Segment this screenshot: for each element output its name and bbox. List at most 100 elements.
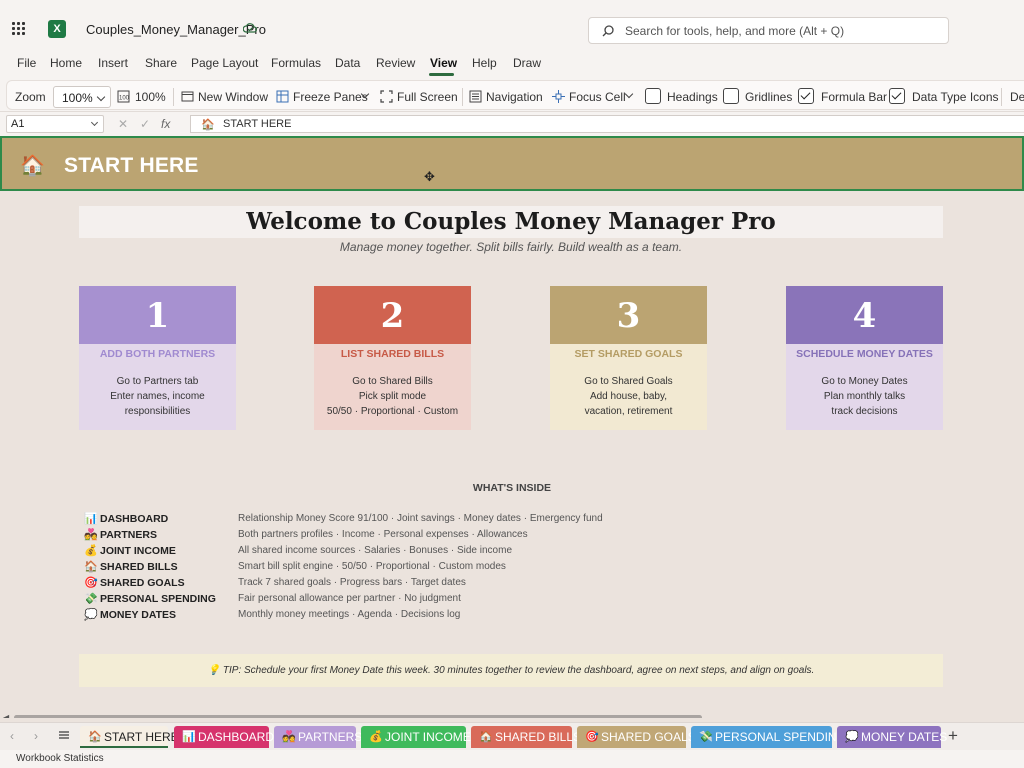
menu-help[interactable]: Help: [472, 56, 497, 70]
tab-start-here[interactable]: 🏠 START HERE: [80, 726, 179, 748]
menu-share[interactable]: Share: [145, 56, 177, 70]
tab-joint-income[interactable]: 💰 JOINT INCOME: [361, 726, 471, 748]
freeze-panes-button[interactable]: Freeze Panes: [293, 90, 368, 104]
formula-content: START HERE: [223, 118, 292, 130]
search-input[interactable]: Search for tools, help, and more (Alt + …: [588, 17, 949, 44]
menu-data[interactable]: Data: [335, 56, 360, 70]
target-icon: 🎯: [84, 577, 98, 589]
name-box[interactable]: A1: [6, 115, 104, 133]
sheet-grid[interactable]: 🏠 START HERE ✥ Welcome to Couples Money …: [0, 136, 1024, 718]
step-line: Go to Shared Goals: [584, 376, 673, 387]
chart-icon: 📊: [84, 513, 98, 525]
sheet-description: Fair personal allowance per partner · No…: [238, 593, 461, 604]
formula-input[interactable]: 🏠 START HERE: [190, 115, 1024, 133]
scrollbar-thumb[interactable]: [14, 715, 702, 718]
active-menu-indicator: [429, 73, 454, 76]
scroll-left-icon[interactable]: ◀: [3, 713, 9, 718]
formula-bar-checkbox[interactable]: [798, 88, 814, 104]
tab-shared-goals[interactable]: 🎯 SHARED GOALS: [577, 726, 696, 748]
enter-icon[interactable]: ✓: [140, 117, 150, 131]
app-launcher-icon[interactable]: [12, 22, 26, 36]
whats-inside-heading: WHAT'S INSIDE: [472, 482, 552, 494]
step-card-2: 2 LIST SHARED BILLS Go to Shared Bills P…: [314, 286, 471, 430]
tab-prev-icon[interactable]: ‹: [10, 729, 14, 743]
gridlines-label: Gridlines: [745, 90, 793, 104]
step-line: Enter names, income: [110, 391, 205, 402]
insert-function-icon[interactable]: fx: [161, 117, 170, 131]
sheet-description: Smart bill split engine · 50/50 · Propor…: [238, 561, 506, 572]
tab-partners[interactable]: 💑 PARTNERS: [274, 726, 362, 748]
gridlines-checkbox[interactable]: [723, 88, 739, 104]
menu-bar: File Home Insert Share Page Layout Formu…: [0, 50, 1024, 78]
menu-home[interactable]: Home: [50, 56, 82, 70]
chevron-down-icon: [96, 92, 106, 102]
sheet-description: Both partners profiles · Income · Person…: [238, 529, 528, 540]
file-name[interactable]: Couples_Money_Manager_Pro: [86, 22, 266, 37]
banner-title: START HERE: [64, 154, 199, 177]
zoom-dropdown[interactable]: 100%: [53, 86, 111, 108]
tab-next-icon[interactable]: ›: [34, 729, 38, 743]
full-screen-icon: [380, 90, 393, 103]
tab-shared-bills[interactable]: 🏠 SHARED BILLS: [471, 726, 581, 748]
house-icon: 🏠: [201, 119, 215, 131]
menu-view[interactable]: View: [430, 56, 457, 70]
all-sheets-menu-icon[interactable]: [58, 729, 70, 741]
cloud-saved-icon[interactable]: [243, 22, 257, 34]
start-here-banner[interactable]: 🏠 START HERE ✥: [0, 136, 1024, 191]
menu-draw[interactable]: Draw: [513, 56, 541, 70]
menu-formulas[interactable]: Formulas: [271, 56, 321, 70]
svg-text:100: 100: [119, 96, 130, 102]
excel-logo-icon: X: [48, 20, 66, 38]
ribbon: Zoom 100% 100 100% New Window Freeze Pan…: [0, 78, 1024, 112]
step-body: SCHEDULE MONEY DATES Go to Money Dates P…: [786, 344, 943, 430]
tab-dashboard[interactable]: 📊 DASHBOARD: [174, 726, 274, 748]
welcome-title: Welcome to Couples Money Manager Pro: [246, 208, 776, 235]
menu-file[interactable]: File: [17, 56, 36, 70]
horizontal-scrollbar[interactable]: ◀: [0, 713, 1024, 718]
menu-insert[interactable]: Insert: [98, 56, 128, 70]
data-type-icons-label: Data Type Icons: [912, 90, 999, 104]
tab-label: PERSONAL SPENDING: [715, 730, 846, 744]
sheet-name: SHARED GOALS: [100, 577, 185, 589]
tab-label: DASHBOARD: [198, 730, 275, 744]
tab-label: SHARED BILLS: [495, 730, 582, 744]
step-line: Pick split mode: [358, 391, 427, 402]
freeze-panes-icon: [276, 90, 289, 103]
step-body: SET SHARED GOALS Go to Shared Goals Add …: [550, 344, 707, 430]
headings-checkbox[interactable]: [645, 88, 661, 104]
tip-text: 💡 TIP: Schedule your first Money Date th…: [207, 665, 815, 676]
ribbon-divider: [173, 88, 174, 106]
sheet-description: Monthly money meetings · Agenda · Decisi…: [238, 609, 461, 620]
tab-money-dates[interactable]: 💭 MONEY DATES: [837, 726, 947, 748]
ribbon-divider: [462, 88, 463, 106]
add-sheet-button[interactable]: +: [948, 726, 958, 746]
step-body: ADD BOTH PARTNERS Go to Partners tab Ent…: [79, 344, 236, 430]
step-line: vacation, retirement: [584, 406, 673, 417]
step-number-box: 2: [314, 286, 471, 344]
full-screen-button[interactable]: Full Screen: [397, 90, 458, 104]
default-view-button[interactable]: De: [1010, 90, 1024, 104]
tab-label: START HERE: [104, 730, 179, 744]
step-title: SET SHARED GOALS: [574, 348, 683, 360]
focus-cell-button[interactable]: Focus Cell: [569, 90, 626, 104]
money-bag-icon: 💰: [369, 731, 383, 743]
sheet-name: PARTNERS: [100, 529, 157, 541]
house-icon: 🏠: [479, 731, 493, 743]
house-icon: 🏠: [84, 561, 98, 573]
step-line: Go to Shared Bills: [352, 376, 433, 387]
list-item: 💸 PERSONAL SPENDING Fair personal allowa…: [84, 592, 684, 608]
chevron-down-icon[interactable]: [624, 89, 634, 99]
money-wings-icon: 💸: [699, 731, 713, 743]
menu-review[interactable]: Review: [376, 56, 415, 70]
ribbon-toolbar: Zoom 100% 100 100% New Window Freeze Pan…: [6, 80, 1024, 110]
step-body: LIST SHARED BILLS Go to Shared Bills Pic…: [314, 344, 471, 430]
zoom-100-button[interactable]: 100%: [135, 90, 166, 104]
menu-page-layout[interactable]: Page Layout: [191, 56, 258, 70]
data-type-icons-checkbox[interactable]: [889, 88, 905, 104]
tab-personal-spending[interactable]: 💸 PERSONAL SPENDING: [691, 726, 846, 748]
cancel-icon[interactable]: ✕: [118, 117, 128, 131]
ribbon-divider: [1001, 88, 1002, 106]
new-window-button[interactable]: New Window: [198, 90, 268, 104]
navigation-button[interactable]: Navigation: [486, 90, 543, 104]
workbook-statistics[interactable]: Workbook Statistics: [16, 753, 104, 764]
